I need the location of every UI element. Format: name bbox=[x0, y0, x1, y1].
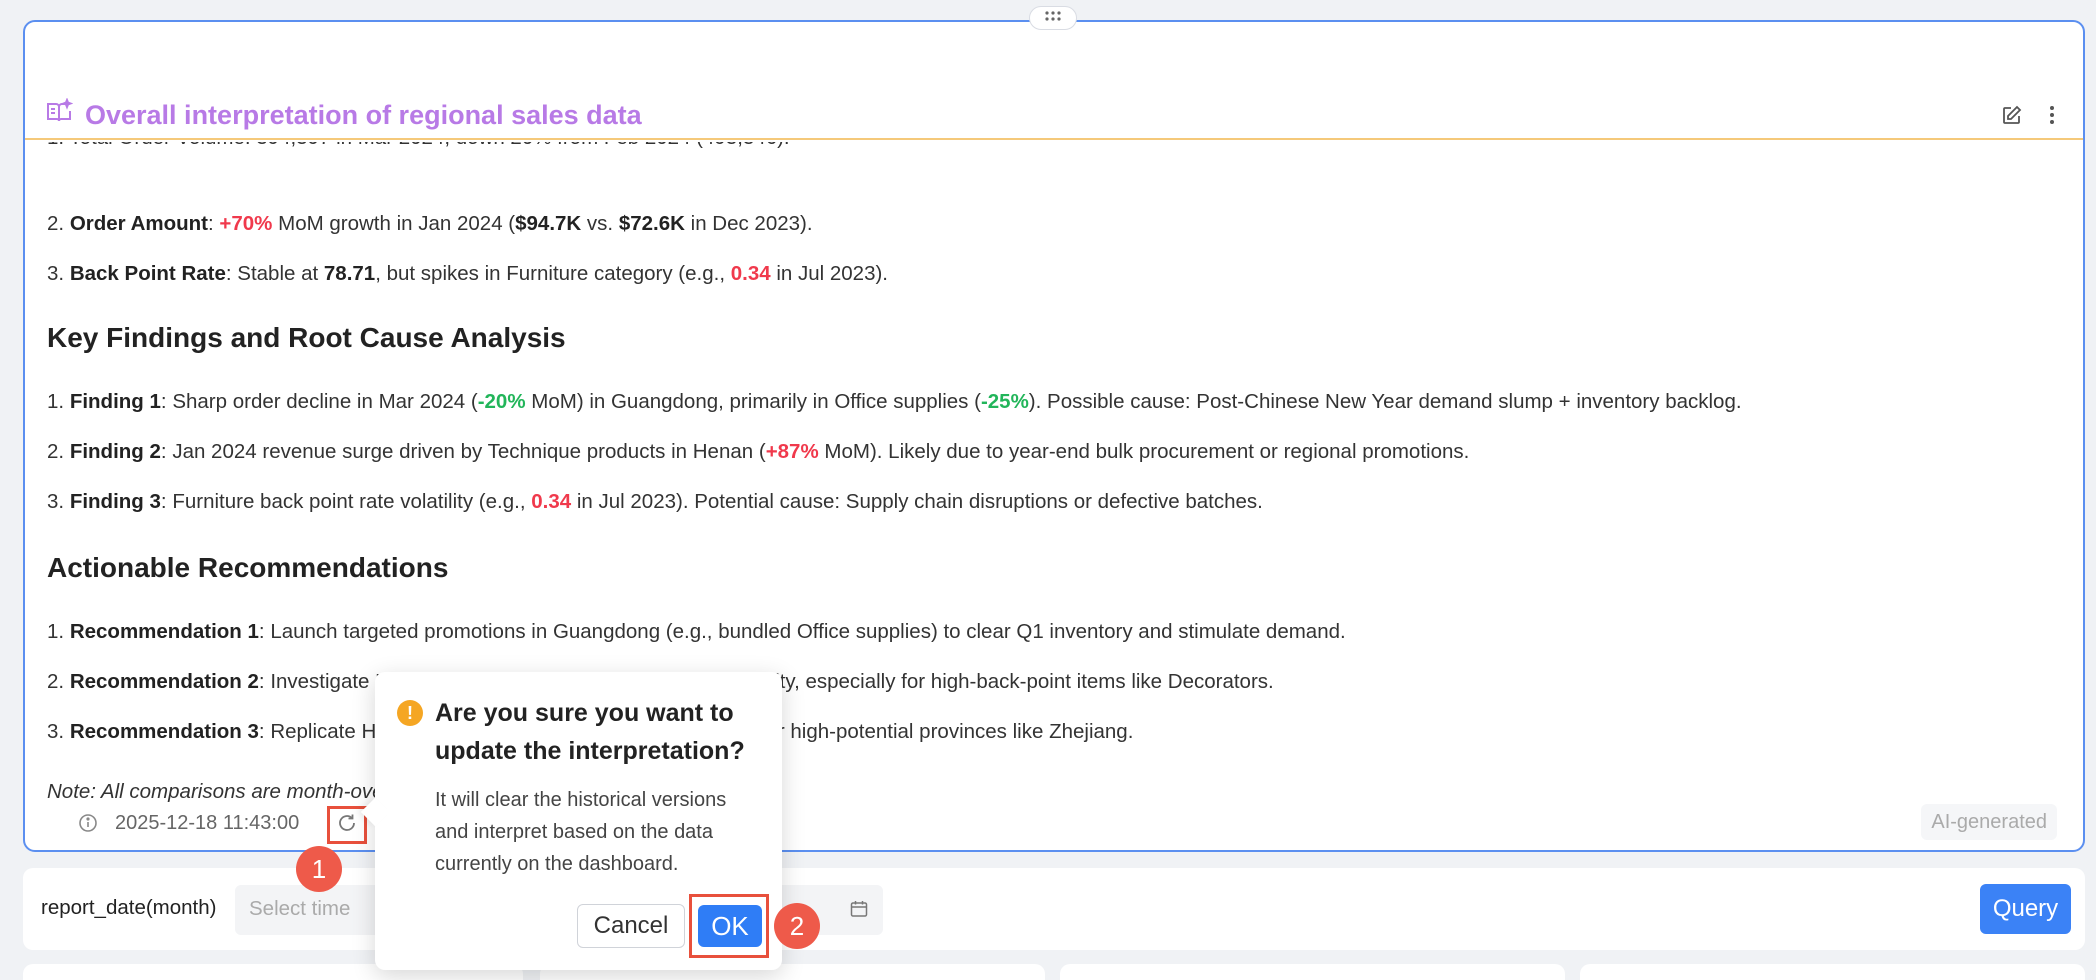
popover-title: Are you sure you want to update the inte… bbox=[435, 699, 745, 765]
dashboard-card-stub bbox=[1060, 964, 1565, 980]
warning-icon: ! bbox=[397, 700, 423, 726]
step-marker-2: 2 bbox=[774, 903, 820, 949]
calendar-icon bbox=[849, 899, 871, 921]
card-footer: 2025-12-18 11:43:00 AI-generated bbox=[53, 802, 2063, 846]
summary-item-back-point-rate: 3. Back Point Rate: Stable at 78.71, but… bbox=[47, 262, 888, 285]
summary-line-partial: 1. Total Order Volume: 394,397 in Mar 20… bbox=[47, 142, 790, 150]
drag-handle[interactable] bbox=[1029, 6, 1077, 30]
edit-icon[interactable] bbox=[1999, 102, 2025, 128]
confirm-popover: ! Are you sure you want to update the in… bbox=[360, 672, 782, 970]
book-sparkle-icon bbox=[45, 97, 74, 126]
info-icon[interactable] bbox=[77, 812, 99, 834]
ok-button[interactable]: OK bbox=[698, 905, 762, 947]
recommendations-heading: Actionable Recommendations bbox=[47, 552, 449, 583]
findings-heading: Key Findings and Root Cause Analysis bbox=[47, 322, 566, 353]
more-vertical-icon[interactable] bbox=[2039, 102, 2065, 128]
interpretation-card: Overall interpretation of regional sales… bbox=[23, 20, 2085, 852]
card-title: Overall interpretation of regional sales… bbox=[85, 100, 642, 130]
refresh-icon bbox=[336, 812, 358, 839]
cancel-button[interactable]: Cancel bbox=[577, 904, 685, 948]
finding-item-3: 3. Finding 3: Furniture back point rate … bbox=[47, 490, 1263, 513]
ok-highlight-box: OK bbox=[689, 894, 769, 958]
card-header: Overall interpretation of regional sales… bbox=[25, 74, 2083, 140]
step-marker-1: 1 bbox=[296, 846, 342, 892]
dashboard-card-stub bbox=[1580, 964, 2085, 980]
query-button[interactable]: Query bbox=[1980, 884, 2071, 934]
summary-item-order-amount: 2. Order Amount: +70% MoM growth in Jan … bbox=[47, 212, 813, 235]
filter-label: report_date(month) bbox=[41, 896, 217, 919]
ai-generated-badge: AI-generated bbox=[1921, 804, 2057, 840]
finding-item-1: 1. Finding 1: Sharp order decline in Mar… bbox=[47, 390, 1742, 413]
drag-handle-icon bbox=[1042, 9, 1064, 27]
finding-item-2: 2. Finding 2: Jan 2024 revenue surge dri… bbox=[47, 440, 1470, 463]
interpretation-content: 1. Total Order Volume: 394,397 in Mar 20… bbox=[47, 142, 2047, 802]
header-actions bbox=[1999, 102, 2065, 128]
timestamp: 2025-12-18 11:43:00 bbox=[115, 812, 300, 834]
recommendation-item-1: 1. Recommendation 1: Launch targeted pro… bbox=[47, 620, 1346, 643]
popover-description: It will clear the historical versions an… bbox=[435, 789, 727, 875]
